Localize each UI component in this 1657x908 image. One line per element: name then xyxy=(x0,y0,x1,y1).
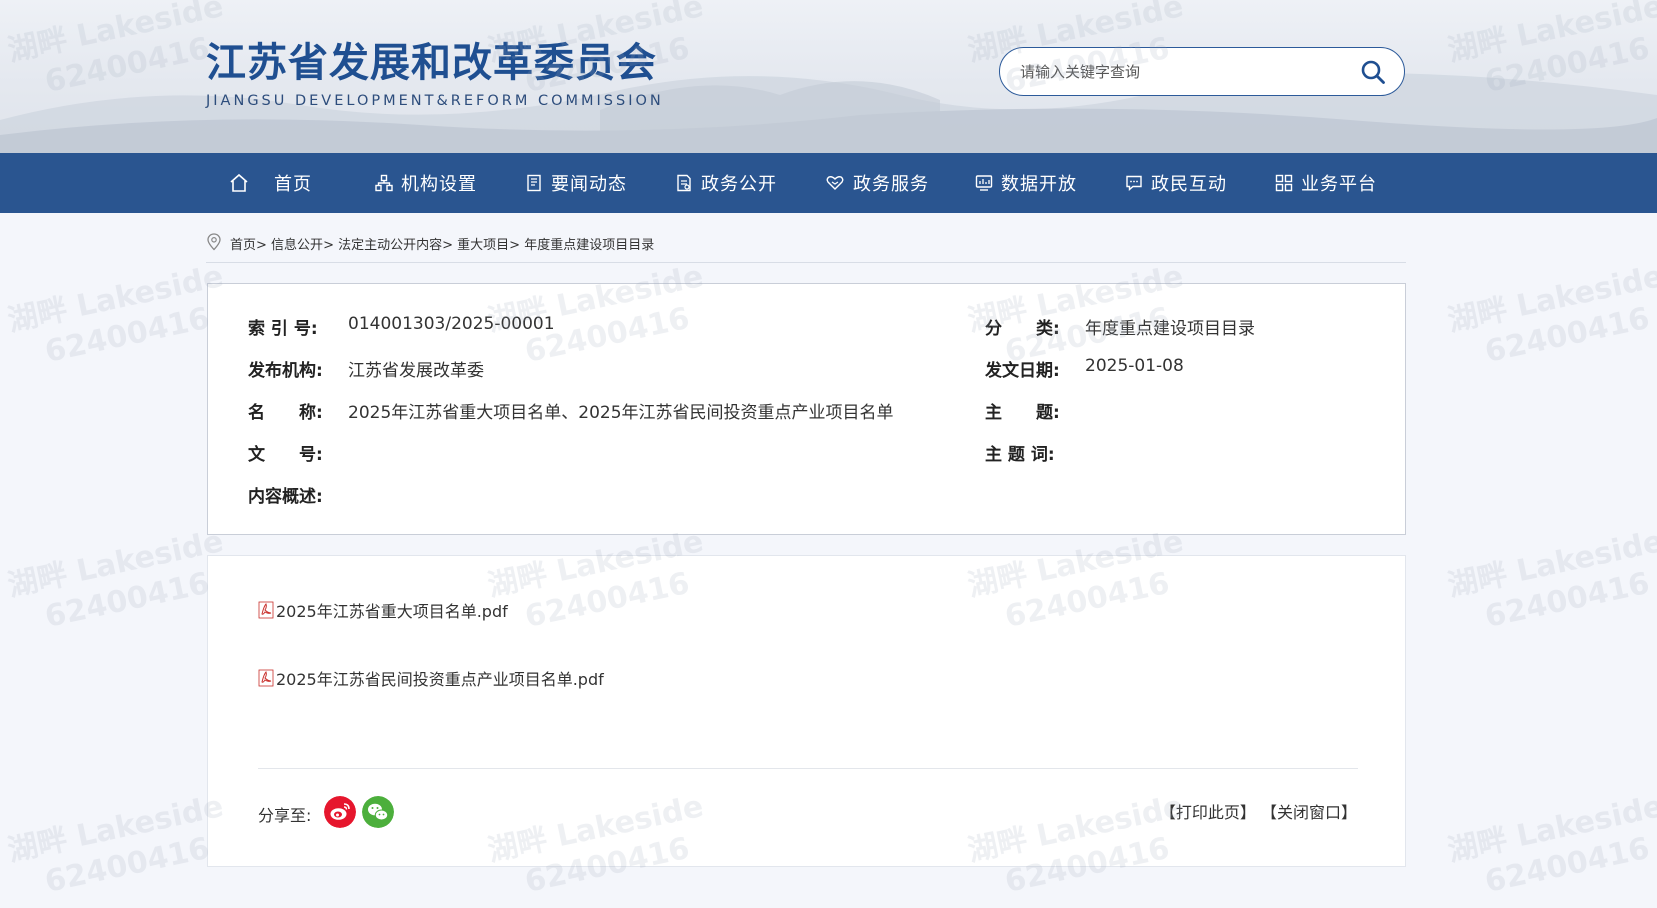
search-input[interactable] xyxy=(1018,60,1342,84)
attachment-link[interactable]: 2025年江苏省重大项目名单.pdf xyxy=(258,598,508,622)
name-label: 名 称: xyxy=(248,403,323,423)
index-value: 014001303/2025-00001 xyxy=(348,314,555,334)
breadcrumb-projects[interactable]: 重大项目 xyxy=(457,238,509,253)
site-subtitle: JIANGSU DEVELOPMENT&REFORM COMMISSION xyxy=(206,93,664,109)
site-header: 江苏省发展和改革委员会 JIANGSU DEVELOPMENT&REFORM C… xyxy=(0,0,1657,153)
nav-item-service[interactable]: 政务服务 xyxy=(825,153,929,213)
attachment-name: 2025年江苏省民间投资重点产业项目名单.pdf xyxy=(276,670,604,689)
watermark-line: 62400416 xyxy=(1481,300,1653,370)
nav-label: 业务平台 xyxy=(1301,174,1377,195)
nav-item-news[interactable]: 要闻动态 xyxy=(525,153,627,213)
weibo-icon[interactable] xyxy=(324,796,356,828)
watermark: 湖畔 Lakeside62400416 xyxy=(1444,788,1657,908)
watermark: 湖畔 Lakeside62400416 xyxy=(4,258,234,378)
attachment-name: 2025年江苏省重大项目名单.pdf xyxy=(276,602,508,621)
watermark: 湖畔 Lakeside62400416 xyxy=(1444,258,1657,378)
document-icon xyxy=(677,174,691,192)
pdf-icon xyxy=(258,601,274,619)
main-nav: 首页 机构设置 要闻动态 政务公开 政务服务 数据开放 政民互动 业务平台 xyxy=(0,153,1657,213)
publisher-value: 江苏省发展改革委 xyxy=(348,361,484,381)
search-icon[interactable] xyxy=(1360,59,1386,85)
watermark-line: 62400416 xyxy=(41,300,213,370)
nav-item-org[interactable]: 机构设置 xyxy=(375,153,477,213)
nav-item-interact[interactable]: 政民互动 xyxy=(1125,153,1227,213)
watermark-line: 62400416 xyxy=(1481,830,1653,900)
nav-item-public[interactable]: 政务公开 xyxy=(675,153,777,213)
publisher-label: 发布机构: xyxy=(248,361,323,381)
watermark-line: 湖畔 Lakeside xyxy=(1444,259,1657,339)
close-window-button[interactable]: 【关闭窗口】 xyxy=(1261,803,1357,822)
news-icon xyxy=(527,174,541,192)
watermark-line: 62400416 xyxy=(1481,565,1653,635)
home-icon xyxy=(230,173,248,192)
nav-label: 首页 xyxy=(274,174,312,195)
data-icon xyxy=(975,175,993,191)
nav-label: 要闻动态 xyxy=(551,174,627,195)
nav-label: 政务公开 xyxy=(701,174,777,195)
breadcrumb-current[interactable]: 年度重点建设项目目录 xyxy=(524,238,654,253)
nav-label: 数据开放 xyxy=(1001,174,1077,195)
print-button[interactable]: 【打印此页】 xyxy=(1160,803,1256,822)
keywords-label: 主 题 词: xyxy=(985,445,1055,465)
date-value: 2025-01-08 xyxy=(1085,356,1184,376)
watermark-line: 湖畔 Lakeside xyxy=(1444,789,1657,869)
attachment-link[interactable]: 2025年江苏省民间投资重点产业项目名单.pdf xyxy=(258,666,604,690)
summary-label: 内容概述: xyxy=(248,487,323,507)
category-label: 分 类: xyxy=(985,319,1060,339)
nav-label: 机构设置 xyxy=(401,174,477,195)
chat-icon xyxy=(1126,175,1142,192)
watermark-line: 62400416 xyxy=(41,565,213,635)
service-icon xyxy=(826,176,844,190)
location-pin-icon xyxy=(207,233,221,251)
breadcrumb-home[interactable]: 首页 xyxy=(230,238,256,253)
wechat-icon[interactable] xyxy=(362,796,394,828)
org-chart-icon xyxy=(375,174,393,192)
document-metadata: 索 引 号: 014001303/2025-00001 分 类: 年度重点建设项… xyxy=(207,283,1406,535)
breadcrumb: 首页> 信息公开> 法定主动公开内容> 重大项目> 年度重点建设项目目录 xyxy=(206,232,1406,263)
index-label: 索 引 号: xyxy=(248,319,318,339)
pdf-icon xyxy=(258,669,274,687)
divider xyxy=(258,768,1358,769)
search-box xyxy=(999,47,1405,96)
subject-label: 主 题: xyxy=(985,403,1060,423)
category-value: 年度重点建设项目目录 xyxy=(1085,319,1255,339)
breadcrumb-legal[interactable]: 法定主动公开内容 xyxy=(338,238,442,253)
watermark: 湖畔 Lakeside62400416 xyxy=(1444,523,1657,643)
watermark-line: 湖畔 Lakeside xyxy=(4,789,227,869)
breadcrumb-info[interactable]: 信息公开 xyxy=(271,238,323,253)
docno-label: 文 号: xyxy=(248,445,323,465)
watermark-line: 62400416 xyxy=(41,830,213,900)
nav-item-home[interactable]: 首页 xyxy=(228,153,312,213)
watermark-line: 湖畔 Lakeside xyxy=(1444,524,1657,604)
nav-item-platform[interactable]: 业务平台 xyxy=(1275,153,1377,213)
page-actions: 【打印此页】 【关闭窗口】 xyxy=(1160,799,1357,823)
share-label: 分享至: xyxy=(258,806,312,825)
nav-label: 政民互动 xyxy=(1151,174,1227,195)
grid-icon xyxy=(1275,174,1293,192)
date-label: 发文日期: xyxy=(985,361,1060,381)
document-content: 2025年江苏省重大项目名单.pdf 2025年江苏省民间投资重点产业项目名单.… xyxy=(207,555,1406,867)
watermark: 湖畔 Lakeside62400416 xyxy=(4,523,234,643)
nav-label: 政务服务 xyxy=(853,174,929,195)
watermark-line: 湖畔 Lakeside xyxy=(4,259,227,339)
watermark-line: 湖畔 Lakeside xyxy=(4,524,227,604)
nav-item-data[interactable]: 数据开放 xyxy=(975,153,1077,213)
name-value: 2025年江苏省重大项目名单、2025年江苏省民间投资重点产业项目名单 xyxy=(348,403,894,423)
watermark: 湖畔 Lakeside62400416 xyxy=(4,788,234,908)
site-title: 江苏省发展和改革委员会 xyxy=(206,40,657,86)
